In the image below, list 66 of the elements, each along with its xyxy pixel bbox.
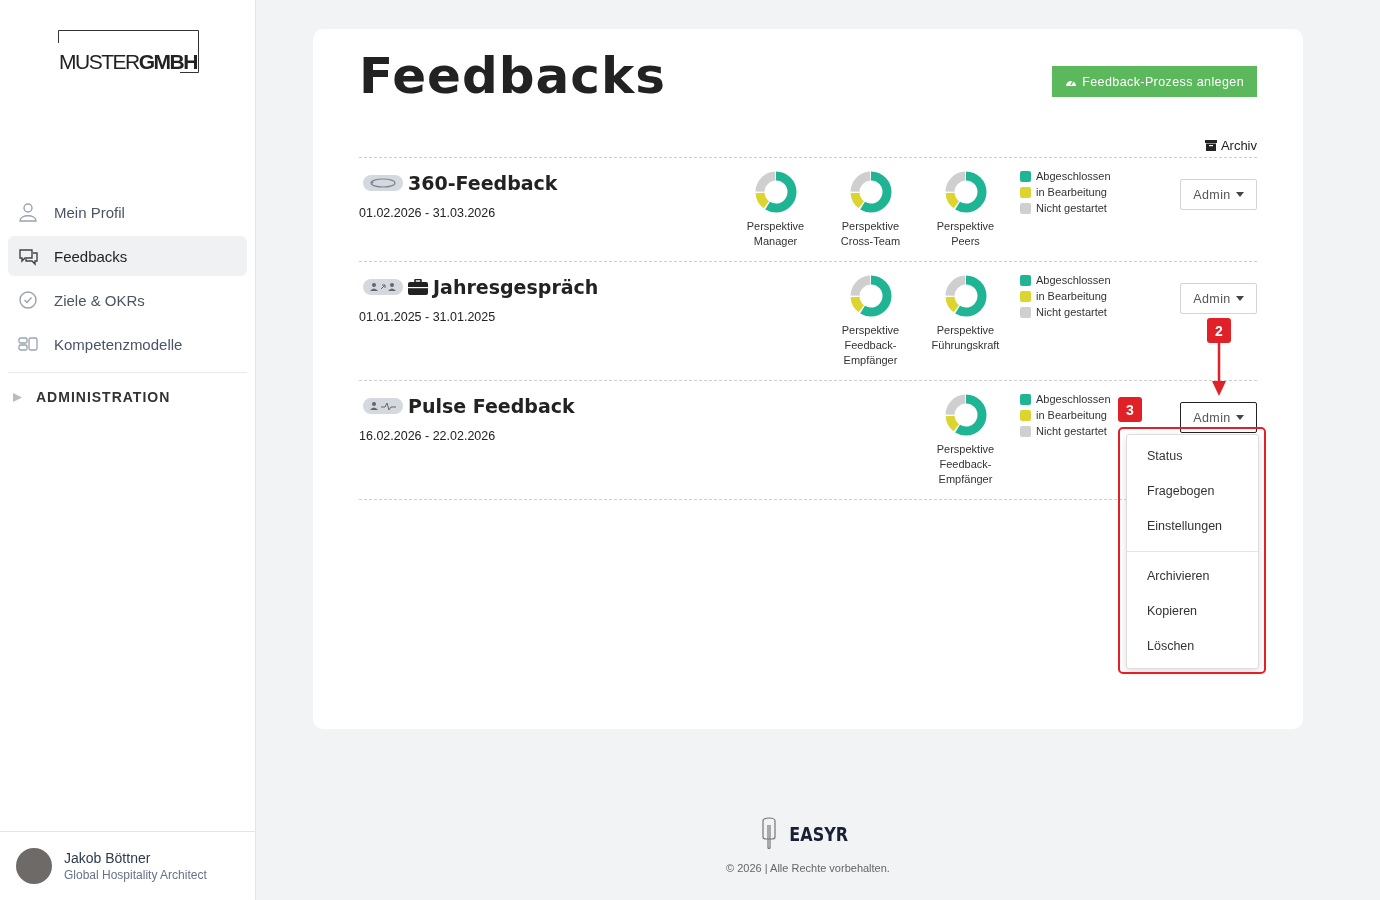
rotation-icon — [363, 175, 403, 191]
date-range: 01.01.2025 - 31.01.2025 — [359, 310, 497, 324]
date-range: 16.02.2026 - 22.02.2026 — [359, 429, 497, 443]
donut-chart — [753, 170, 798, 214]
person-pulse-icon — [363, 398, 403, 414]
page-title: Feedbacks — [359, 47, 666, 105]
menu-item[interactable]: Kopieren — [1127, 594, 1258, 629]
process-title[interactable]: Jahresgespräch — [433, 276, 599, 298]
sidebar-item[interactable]: Kompetenzmodelle — [8, 324, 247, 364]
sidebar-section[interactable]: ADMINISTRATION — [13, 389, 255, 405]
perspective-label: Perspektive Feedback-Empfänger — [935, 442, 996, 487]
people-exchange-icon — [363, 279, 403, 295]
process-title[interactable]: 360-Feedback — [408, 172, 558, 194]
user-role: Global Hospitality Architect — [64, 868, 207, 882]
caret-icon — [1235, 296, 1244, 301]
sidebar-item[interactable]: Feedbacks — [8, 236, 247, 276]
blocks-icon — [18, 334, 38, 354]
sidebar-item[interactable]: Ziele & OKRs — [8, 280, 247, 320]
admin-dropdown-button[interactable]: Admin — [1180, 402, 1257, 433]
perspective-label: Perspektive Feedback-Empfänger — [840, 323, 901, 368]
legend-label: Nicht gestartet — [1036, 306, 1107, 319]
archive-box-icon — [1204, 139, 1217, 151]
legend-label: Nicht gestartet — [1036, 202, 1107, 215]
menu-item[interactable]: Fragebogen — [1127, 474, 1258, 509]
legend-label: Abgeschlossen — [1036, 393, 1111, 406]
briefcase-icon — [408, 279, 428, 295]
legend-label: Abgeschlossen — [1036, 274, 1111, 287]
menu-item[interactable]: Status — [1127, 439, 1258, 474]
menu-item[interactable]: Archivieren — [1127, 559, 1258, 594]
admin-dropdown-button[interactable]: Admin — [1180, 179, 1257, 210]
donut-chart — [848, 170, 893, 214]
date-range: 01.02.2026 - 31.03.2026 — [359, 206, 497, 220]
donut-chart — [848, 274, 893, 318]
perspective-label: Perspektive Peers — [935, 219, 996, 249]
admin-dropdown-button[interactable]: Admin — [1180, 283, 1257, 314]
perspective-label: Perspektive Manager — [745, 219, 806, 249]
perspective-label: Perspektive Cross-Team — [839, 219, 902, 249]
legend-label: in Bearbeitung — [1036, 409, 1107, 422]
perspective-label: Perspektive Führungskraft — [930, 323, 1001, 353]
pointer-arrow — [1211, 343, 1227, 396]
brand-logo: EASYR — [789, 821, 849, 846]
legend-label: Abgeschlossen — [1036, 170, 1111, 183]
user-name: Jakob Böttner — [64, 850, 152, 866]
avatar-photo-placeholder — [16, 848, 52, 884]
chat-bubbles-icon — [18, 246, 38, 266]
check-circle-icon — [18, 290, 38, 310]
company-logo: MUSTERGMBH — [58, 30, 200, 74]
donut-chart — [943, 393, 988, 437]
caret-icon — [1235, 415, 1244, 420]
menu-item[interactable]: Löschen — [1127, 629, 1258, 664]
legend-label: Nicht gestartet — [1036, 425, 1107, 438]
legend-label: in Bearbeitung — [1036, 186, 1107, 199]
step-number-badge: 3 — [1118, 397, 1142, 422]
donut-chart — [943, 170, 988, 214]
copyright-text: © 2026 | Alle Rechte vorbehalten. — [726, 862, 890, 874]
menu-item[interactable]: Einstellungen — [1127, 509, 1258, 544]
donut-chart — [943, 274, 988, 318]
sidebar-item[interactable]: Mein Profil — [8, 192, 247, 232]
step-number-badge: 2 — [1207, 318, 1231, 343]
legend-label: in Bearbeitung — [1036, 290, 1107, 303]
caret-icon — [1235, 192, 1244, 197]
popsicle-icon — [760, 817, 779, 850]
process-title[interactable]: Pulse Feedback — [408, 395, 575, 417]
archive-link[interactable]: Archiv — [1204, 133, 1257, 157]
person-icon — [18, 202, 38, 222]
triangle-icon — [13, 392, 22, 402]
